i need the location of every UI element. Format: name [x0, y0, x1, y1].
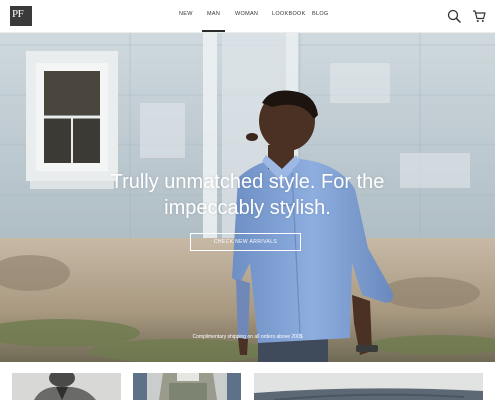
nav-item-lookbook[interactable]: LOOKBOOK: [272, 11, 306, 18]
category-tile-3[interactable]: [254, 373, 483, 400]
nav-item-new[interactable]: NEW: [179, 11, 193, 18]
nav-item-blog[interactable]: BLOG: [312, 11, 328, 18]
cart-icon[interactable]: [472, 9, 486, 23]
nav-item-woman[interactable]: WOMAN: [235, 11, 258, 18]
search-icon[interactable]: [447, 9, 461, 23]
hero-headline: Trully unmatched style. For the impeccab…: [60, 169, 435, 221]
category-tile-1[interactable]: [12, 373, 121, 400]
category-tile-2-photo: [133, 373, 241, 400]
hero-headline-line-2: impeccably stylish.: [164, 197, 331, 219]
check-new-arrivals-label: CHECK NEW ARRIVALS: [213, 239, 278, 245]
shipping-note: Complimentary shipping on all orders abo…: [192, 334, 303, 340]
nav-item-man[interactable]: MAN: [201, 11, 226, 31]
main-nav: NEW MAN WOMAN LOOKBOOK BLOG: [0, 0, 495, 33]
check-new-arrivals-button[interactable]: CHECK NEW ARRIVALS: [190, 233, 301, 251]
hero-headline-line-1: Trully unmatched style. For the: [110, 171, 385, 193]
category-tile-1-photo: [12, 373, 121, 400]
site-header: PF NEW MAN WOMAN LOOKBOOK BLOG: [0, 0, 495, 33]
category-tile-2[interactable]: [133, 373, 241, 400]
category-tile-3-photo: [254, 373, 483, 400]
hero-banner: Trully unmatched style. For the impeccab…: [0, 33, 495, 362]
